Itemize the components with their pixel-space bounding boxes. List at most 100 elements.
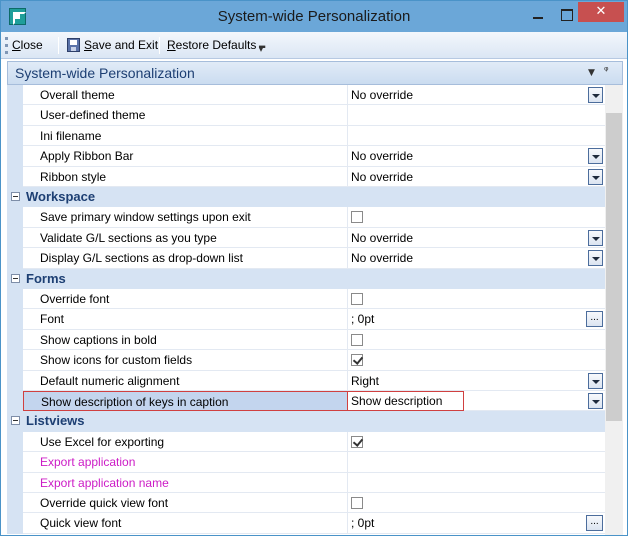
- property-value[interactable]: [347, 125, 605, 147]
- collapse-toggle-icon[interactable]: [11, 192, 20, 201]
- property-value-text: No override: [351, 169, 414, 184]
- overflow-chevron-icon[interactable]: ▂ ▾: [259, 40, 267, 54]
- property-row[interactable]: Show icons for custom fields: [7, 350, 605, 371]
- dropdown-arrow-icon[interactable]: [588, 148, 603, 165]
- property-value[interactable]: No override: [347, 248, 605, 269]
- dropdown-arrow-icon[interactable]: [588, 168, 603, 185]
- property-row[interactable]: Default numeric alignment Right: [7, 370, 605, 391]
- save-icon[interactable]: [67, 38, 80, 52]
- property-row[interactable]: Export application: [7, 452, 605, 473]
- checkbox[interactable]: [351, 497, 363, 509]
- property-name[interactable]: Default numeric alignment: [23, 371, 347, 391]
- property-value[interactable]: [347, 452, 605, 473]
- property-name[interactable]: Overall theme: [23, 85, 347, 106]
- property-value[interactable]: ; 0pt...: [347, 513, 605, 534]
- vertical-scrollbar[interactable]: [605, 85, 623, 535]
- close-button-label: lose: [20, 38, 43, 52]
- property-value[interactable]: [347, 329, 605, 351]
- restore-button-mnemonic: R: [167, 38, 176, 52]
- maximize-icon[interactable]: [554, 4, 578, 26]
- property-name[interactable]: Save primary window settings upon exit: [23, 207, 347, 228]
- checkbox[interactable]: [351, 293, 363, 305]
- checkbox[interactable]: [351, 333, 363, 346]
- property-row[interactable]: Override quick view font: [7, 493, 605, 514]
- scrollbar-thumb[interactable]: [606, 113, 622, 421]
- property-row[interactable]: Overall theme No override: [7, 85, 605, 106]
- property-value[interactable]: Right: [347, 370, 605, 391]
- row-margin: [7, 391, 23, 412]
- checkbox[interactable]: [351, 211, 363, 224]
- property-row[interactable]: Ribbon style No override: [7, 166, 605, 187]
- property-name[interactable]: Ini filename: [23, 126, 347, 147]
- property-name[interactable]: User-defined theme: [23, 105, 347, 126]
- property-row[interactable]: Override font: [7, 289, 605, 310]
- property-row[interactable]: Validate G/L sections as you type No over…: [7, 227, 605, 249]
- dropdown-arrow-icon[interactable]: [588, 229, 603, 246]
- property-name[interactable]: Apply Ribbon Bar: [23, 146, 347, 167]
- property-value[interactable]: No override: [347, 85, 605, 106]
- property-value[interactable]: No override: [347, 146, 605, 167]
- dropdown-arrow-icon[interactable]: [588, 87, 603, 103]
- property-name[interactable]: Show icons for custom fields: [23, 350, 347, 371]
- property-name[interactable]: Validate G/L sections as you type: [23, 228, 347, 249]
- category-listviews[interactable]: Listviews: [7, 411, 605, 432]
- property-row[interactable]: Ini filename: [7, 125, 605, 147]
- property-row[interactable]: Show captions in bold: [7, 329, 605, 351]
- dropdown-arrow-icon[interactable]: [588, 372, 603, 389]
- property-value[interactable]: [347, 431, 605, 453]
- collapse-toggle-icon[interactable]: [11, 416, 20, 426]
- ellipsis-button[interactable]: ...: [586, 515, 603, 532]
- property-row[interactable]: Quick view font; 0pt...: [7, 513, 605, 534]
- property-name[interactable]: Show description of keys in caption: [23, 391, 347, 412]
- property-name[interactable]: Override quick view font: [23, 493, 347, 514]
- property-name[interactable]: Quick view font: [23, 513, 347, 534]
- property-name[interactable]: Font: [23, 309, 347, 330]
- dropdown-arrow-icon[interactable]: [588, 250, 603, 267]
- row-margin: [7, 309, 23, 330]
- save-and-exit-button[interactable]: Save and Exit: [84, 36, 158, 55]
- property-name[interactable]: Ribbon style: [23, 167, 347, 187]
- property-value[interactable]: [347, 493, 605, 514]
- property-name[interactable]: Override font: [23, 289, 347, 310]
- property-value-text: No override: [351, 251, 414, 266]
- property-row[interactable]: Use Excel for exporting: [7, 431, 605, 453]
- property-value[interactable]: [347, 350, 605, 371]
- property-value[interactable]: [347, 207, 605, 228]
- ellipsis-button[interactable]: ...: [586, 311, 603, 328]
- property-value-text: No override: [351, 149, 414, 164]
- toolbar-grip[interactable]: [5, 37, 8, 54]
- property-row[interactable]: Show description of keys in caption Show …: [7, 391, 605, 412]
- property-row[interactable]: Font; 0pt...: [7, 309, 605, 330]
- toolbar-separator: [159, 37, 160, 54]
- row-margin: [7, 248, 23, 269]
- collapse-toggle-icon[interactable]: [11, 273, 20, 283]
- property-value[interactable]: No override: [347, 166, 605, 187]
- property-value[interactable]: [347, 289, 605, 310]
- dropdown-arrow-icon[interactable]: [588, 393, 603, 409]
- property-name[interactable]: Display G/L sections as drop-down list: [23, 248, 347, 269]
- property-name[interactable]: Use Excel for exporting: [23, 432, 347, 453]
- property-row[interactable]: Apply Ribbon Bar No override: [7, 146, 605, 167]
- property-value[interactable]: ; 0pt...: [347, 309, 605, 330]
- property-name[interactable]: Export application: [23, 452, 347, 473]
- panel-dropdown-icon[interactable]: ▼: [588, 68, 595, 78]
- property-value[interactable]: [347, 105, 605, 126]
- minimize-icon[interactable]: [527, 4, 551, 26]
- property-name[interactable]: Show captions in bold: [23, 330, 347, 351]
- row-margin: [7, 329, 23, 351]
- checkbox[interactable]: [351, 354, 363, 367]
- close-button[interactable]: Close: [12, 36, 43, 55]
- property-row[interactable]: Display G/L sections as drop-down list No…: [7, 248, 605, 269]
- property-row[interactable]: User-defined theme: [7, 105, 605, 126]
- pin-icon[interactable]: ᵠ: [604, 64, 609, 77]
- checkbox[interactable]: [351, 435, 363, 448]
- restore-defaults-button[interactable]: Restore Defaults: [167, 36, 256, 55]
- property-row[interactable]: Save primary window settings upon exit: [7, 207, 605, 228]
- category-workspace[interactable]: Workspace: [7, 187, 605, 208]
- property-value[interactable]: [347, 472, 605, 493]
- property-row[interactable]: Export application name: [7, 472, 605, 493]
- close-icon[interactable]: ✕: [578, 2, 624, 22]
- property-value[interactable]: No override: [347, 227, 605, 249]
- property-name[interactable]: Export application name: [23, 473, 347, 493]
- category-forms[interactable]: Forms: [7, 268, 605, 289]
